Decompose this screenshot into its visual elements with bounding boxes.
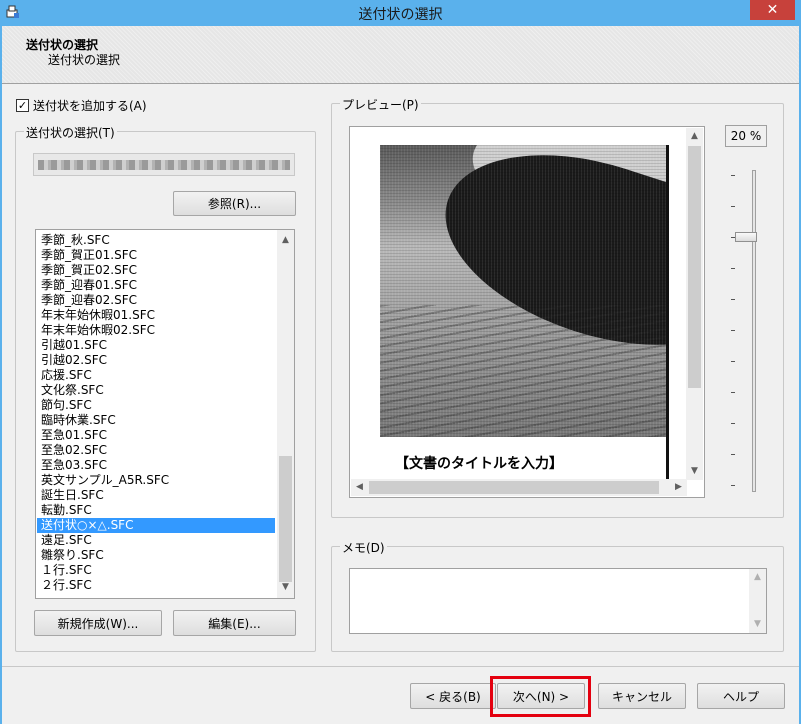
slider-tick <box>731 268 735 269</box>
preview-hscroll-thumb[interactable] <box>369 481 659 494</box>
list-scrollbar[interactable]: ▲ ▼ <box>277 230 294 598</box>
zoom-slider-track[interactable] <box>752 170 756 492</box>
scroll-up-icon[interactable]: ▲ <box>277 232 294 249</box>
preview-vscrollbar[interactable]: ▲ ▼ <box>686 128 703 480</box>
list-item[interactable]: 季節_迎春02.SFC <box>37 293 275 308</box>
slider-tick <box>731 299 735 300</box>
preview-group-label: プレビュー(P) <box>340 96 421 113</box>
list-item[interactable]: 遠足.SFC <box>37 533 275 548</box>
list-item[interactable]: 文化祭.SFC <box>37 383 275 398</box>
list-item[interactable]: 応援.SFC <box>37 368 275 383</box>
list-scroll-thumb[interactable] <box>279 456 292 582</box>
list-item[interactable]: 誕生日.SFC <box>37 488 275 503</box>
new-button[interactable]: 新規作成(W)... <box>34 610 162 636</box>
slider-tick <box>731 175 735 176</box>
preview-scroll-down-icon[interactable]: ▼ <box>686 463 703 480</box>
scroll-down-icon[interactable]: ▼ <box>277 579 294 596</box>
slider-tick <box>731 392 735 393</box>
list-item[interactable]: 年末年始休暇02.SFC <box>37 323 275 338</box>
list-item[interactable]: １行.SFC <box>37 563 275 578</box>
preview-vscroll-thumb[interactable] <box>688 146 701 388</box>
memo-scroll-up-icon[interactable]: ▲ <box>749 569 766 586</box>
title-bar: 送付状の選択 ✕ <box>0 0 801 26</box>
slider-tick <box>731 361 735 362</box>
list-item[interactable]: 送付状○×△.SFC <box>37 518 275 533</box>
preview-scroll-right-icon[interactable]: ▶ <box>670 479 687 496</box>
memo-textarea[interactable]: ▲ ▼ <box>349 568 767 634</box>
header-subtitle: 送付状の選択 <box>48 53 121 67</box>
cover-file-items: 季節_秋.SFC 季節_賀正01.SFC 季節_賀正02.SFC 季節_迎春01.SF… <box>37 233 275 593</box>
memo-scroll-down-icon[interactable]: ▼ <box>749 616 766 633</box>
window-frame-left <box>0 26 2 724</box>
cover-file-list[interactable]: 季節_秋.SFC 季節_賀正01.SFC 季節_賀正02.SFC 季節_迎春01.SF… <box>35 229 295 599</box>
page-edge-rule <box>666 145 669 481</box>
slider-tick <box>731 330 735 331</box>
preview-hscrollbar[interactable]: ◀ ▶ <box>351 479 687 496</box>
list-item[interactable]: 季節_迎春01.SFC <box>37 278 275 293</box>
next-button-highlight <box>490 676 591 717</box>
slider-tick <box>731 206 735 207</box>
close-button[interactable]: ✕ <box>750 0 795 20</box>
add-cover-label: 送付状を追加する(A) <box>33 99 147 113</box>
list-item[interactable]: 年末年始休暇01.SFC <box>37 308 275 323</box>
back-button[interactable]: < 戻る(B) <box>410 683 496 709</box>
memo-group-label: メモ(D) <box>340 539 387 556</box>
preview-page: 【文書のタイトルを入力】 <box>380 145 669 481</box>
slider-tick <box>731 423 735 424</box>
list-item[interactable]: 至急02.SFC <box>37 443 275 458</box>
preview-pane: 【文書のタイトルを入力】 ▲ ▼ ◀ ▶ <box>349 126 705 498</box>
folder-path-field <box>33 153 295 176</box>
footer-separator <box>2 666 799 667</box>
list-item[interactable]: ２行.SFC <box>37 578 275 593</box>
preview-scroll-left-icon[interactable]: ◀ <box>351 479 368 496</box>
list-item[interactable]: 引越02.SFC <box>37 353 275 368</box>
list-item[interactable]: 季節_賀正02.SFC <box>37 263 275 278</box>
edit-button[interactable]: 編集(E)... <box>173 610 296 636</box>
list-item[interactable]: 季節_秋.SFC <box>37 233 275 248</box>
cover-select-group-label: 送付状の選択(T) <box>24 124 117 141</box>
slider-tick <box>731 485 735 486</box>
photo-grain <box>380 145 669 437</box>
memo-scrollbar[interactable]: ▲ ▼ <box>749 569 766 633</box>
list-item[interactable]: 至急01.SFC <box>37 428 275 443</box>
blurred-path <box>38 160 290 170</box>
add-cover-checkbox[interactable]: ✓ <box>16 99 29 112</box>
list-item[interactable]: 節句.SFC <box>37 398 275 413</box>
zoom-slider-thumb[interactable] <box>735 232 757 242</box>
preview-doc-title: 【文書のタイトルを入力】 <box>395 456 563 472</box>
list-item[interactable]: 転勤.SFC <box>37 503 275 518</box>
add-cover-checkbox-row[interactable]: ✓ 送付状を追加する(A) <box>16 97 147 114</box>
window-title: 送付状の選択 <box>358 7 443 23</box>
list-item[interactable]: 臨時休業.SFC <box>37 413 275 428</box>
slider-tick <box>731 454 735 455</box>
help-button[interactable]: ヘルプ <box>697 683 785 709</box>
preview-photo <box>380 145 669 437</box>
list-item[interactable]: 英文サンプル_A5R.SFC <box>37 473 275 488</box>
browse-button[interactable]: 参照(R)... <box>173 191 296 216</box>
cancel-button[interactable]: キャンセル <box>598 683 686 709</box>
list-item[interactable]: 至急03.SFC <box>37 458 275 473</box>
list-item[interactable]: 季節_賀正01.SFC <box>37 248 275 263</box>
list-item[interactable]: 雛祭り.SFC <box>37 548 275 563</box>
preview-scroll-up-icon[interactable]: ▲ <box>686 128 703 145</box>
wizard-header: 送付状の選択 送付状の選択 <box>2 26 799 84</box>
list-item[interactable]: 引越01.SFC <box>37 338 275 353</box>
zoom-value: 20 % <box>725 125 767 147</box>
